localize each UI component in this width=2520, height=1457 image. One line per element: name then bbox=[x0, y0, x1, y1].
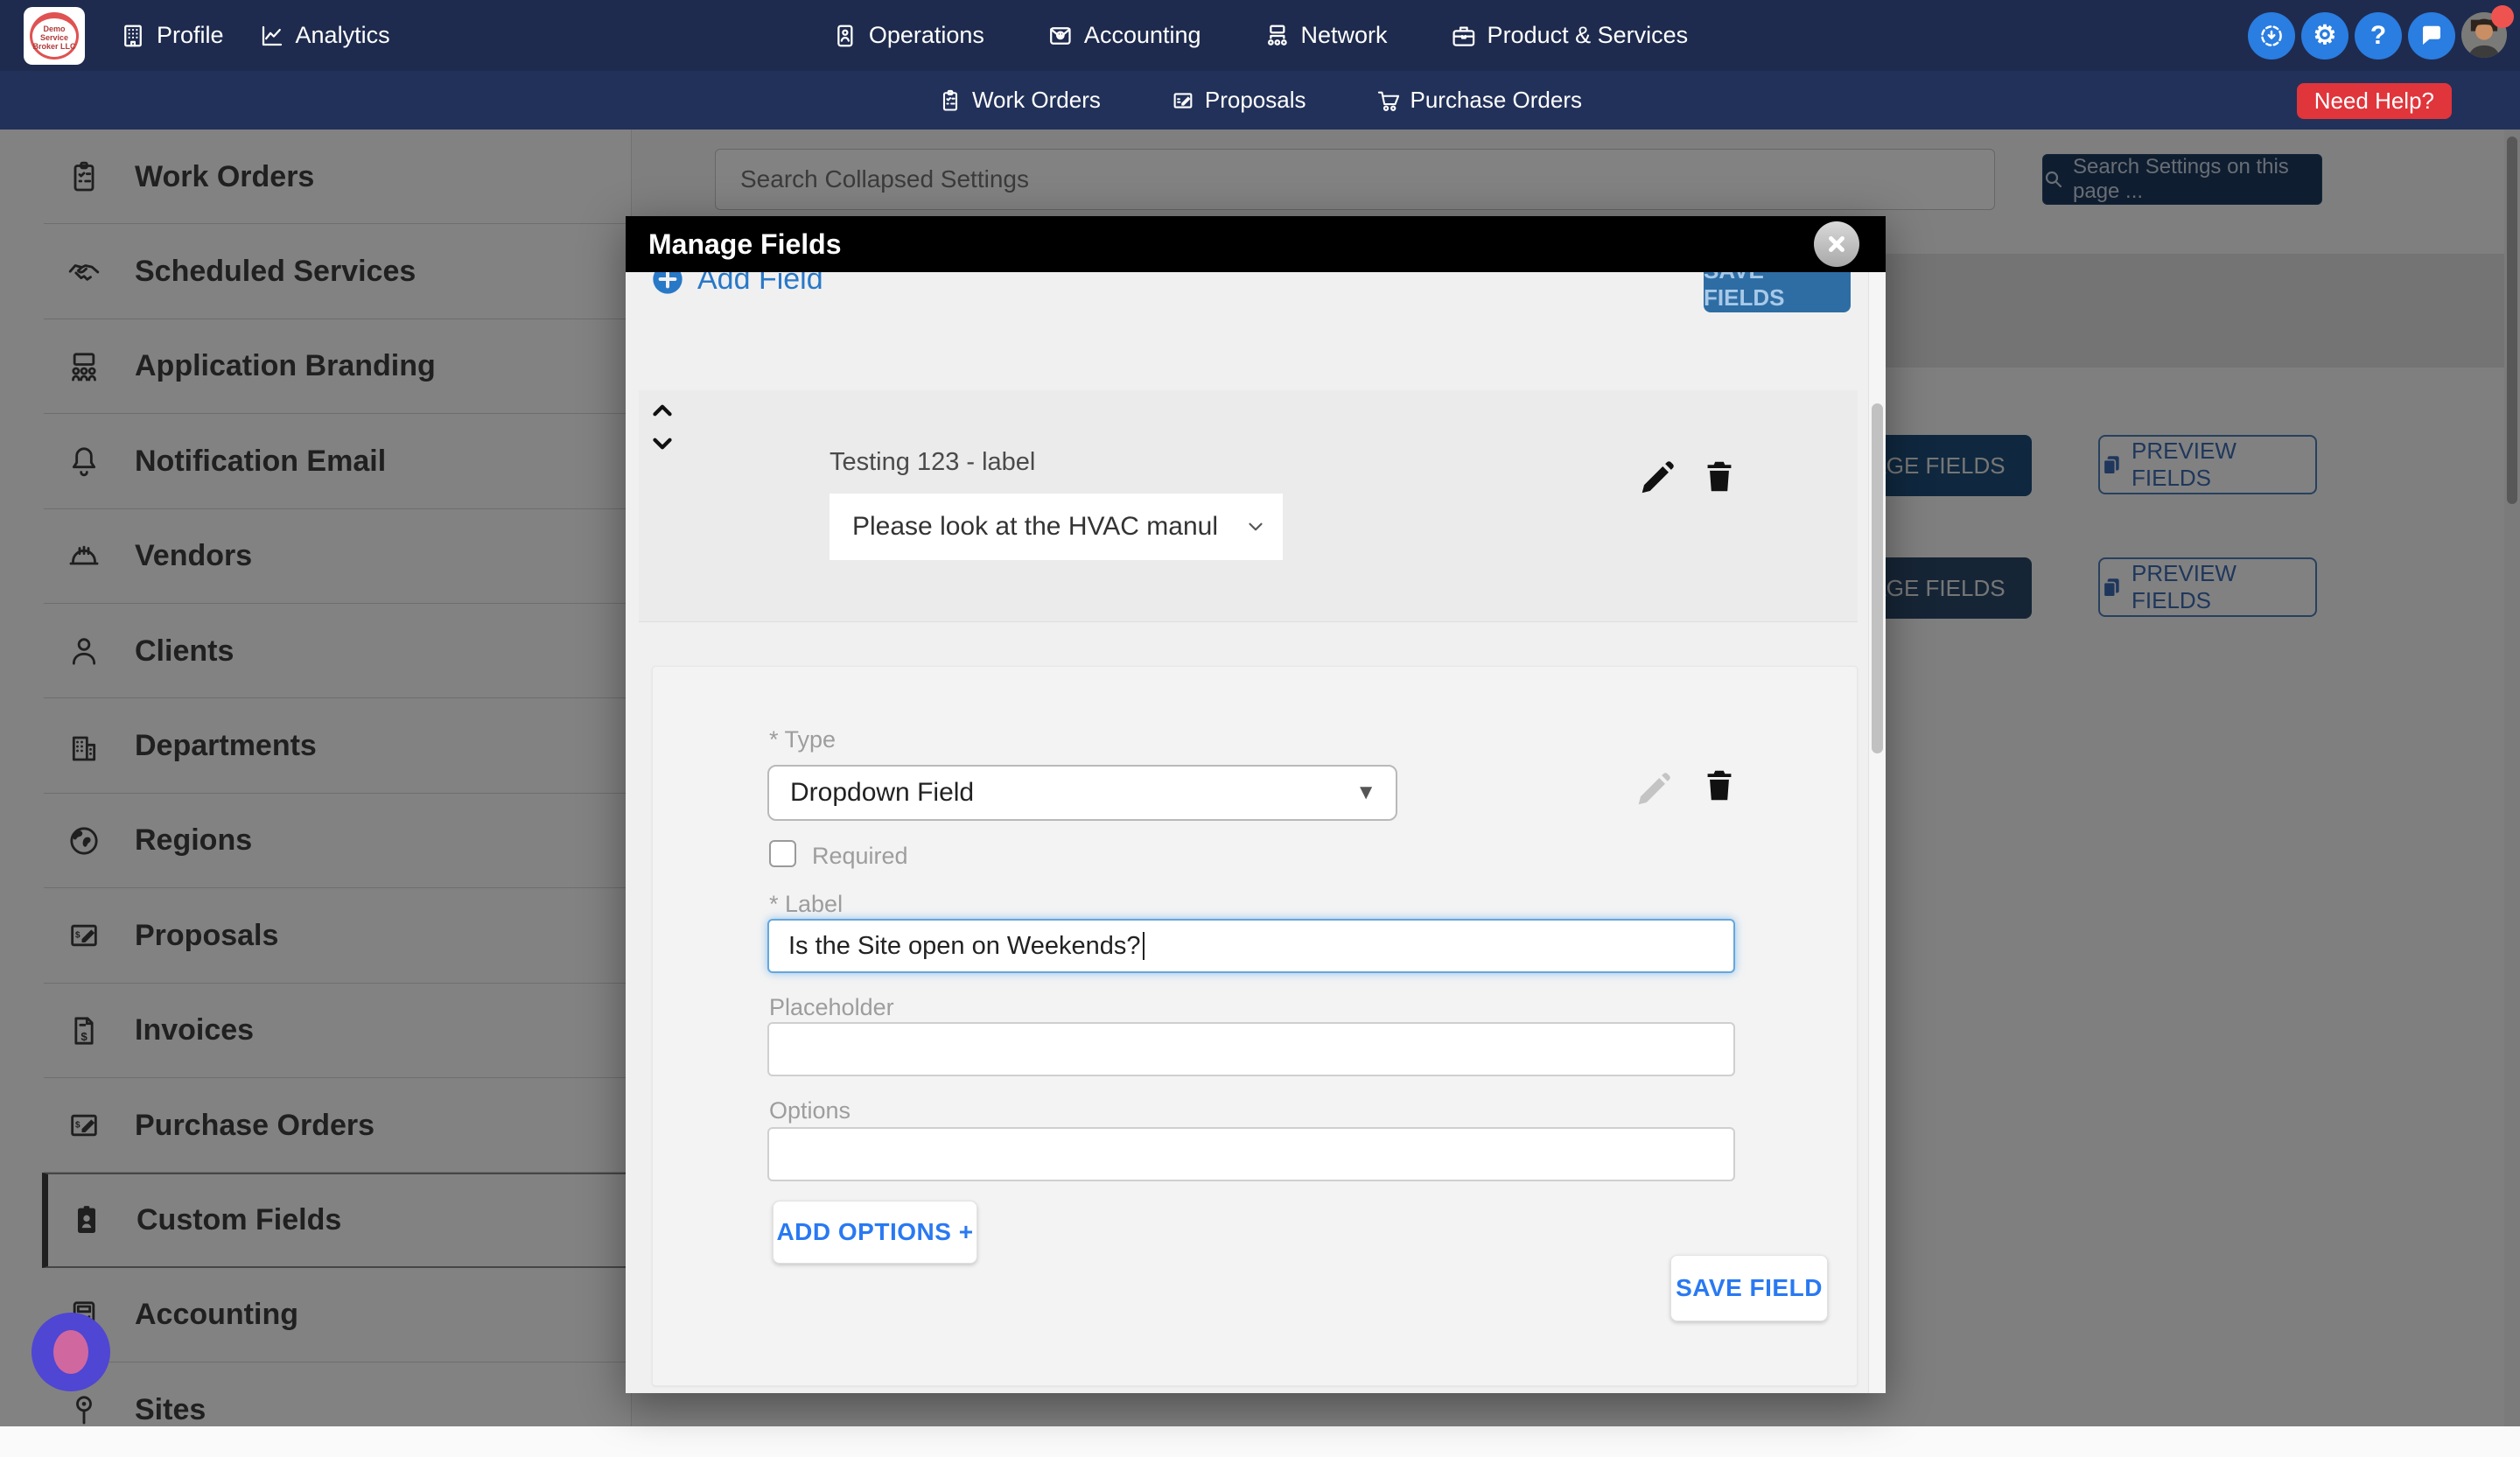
logo-line: Broker LLC bbox=[32, 41, 76, 51]
line-chart-icon bbox=[259, 23, 285, 49]
settings-button[interactable]: ⚙ bbox=[2301, 11, 2348, 60]
subnav-item-proposals[interactable]: Proposals bbox=[1171, 87, 1306, 114]
manage-fields-modal: Add Field SAVE FIELDS Testing 123 - labe… bbox=[626, 216, 1886, 1393]
placeholder-label: Placeholder bbox=[769, 994, 894, 1020]
existing-field-card: Testing 123 - label Please look at the H… bbox=[639, 390, 1858, 622]
close-icon bbox=[1829, 236, 1844, 252]
trash-icon bbox=[1707, 461, 1732, 492]
gear-icon: ⚙ bbox=[2313, 21, 2337, 50]
move-down-icon[interactable] bbox=[648, 429, 677, 459]
options-label: Options bbox=[769, 1097, 851, 1124]
top-navbar: Demo Service Broker LLC Profile Analytic… bbox=[0, 0, 2520, 71]
required-checkbox[interactable] bbox=[769, 840, 796, 867]
label-label: * Label bbox=[769, 891, 844, 917]
clock-download-icon bbox=[2258, 23, 2285, 49]
nav-item-analytics[interactable]: Analytics bbox=[259, 22, 390, 49]
logo-line: Service bbox=[39, 32, 69, 42]
modal-title: Manage Fields bbox=[648, 228, 842, 260]
nav-item-label: Product & Services bbox=[1487, 22, 1689, 48]
subnav-item-label: Work Orders bbox=[971, 87, 1101, 113]
placeholder-input[interactable] bbox=[767, 1022, 1735, 1076]
label-input-value: Is the Site open on Weekends? bbox=[788, 931, 1141, 960]
subnav-item-purchase-orders[interactable]: Purchase Orders bbox=[1376, 87, 1582, 114]
required-label: Required bbox=[812, 843, 908, 869]
nav-item-label: Profile bbox=[157, 22, 224, 48]
type-select[interactable]: Dropdown Field ▼ bbox=[767, 765, 1397, 821]
question-mark-icon: ? bbox=[2370, 20, 2387, 50]
chat-button[interactable] bbox=[2408, 11, 2455, 60]
trash-icon bbox=[1707, 770, 1732, 801]
add-options-label: ADD OPTIONS + bbox=[776, 1218, 974, 1245]
chat-widget-icon bbox=[53, 1330, 88, 1374]
chat-widget-launcher[interactable] bbox=[32, 1313, 110, 1391]
briefcase-icon bbox=[1451, 23, 1477, 49]
nav-item-label: Network bbox=[1300, 22, 1388, 48]
nav-item-label: Analytics bbox=[295, 22, 390, 48]
label-input[interactable]: Is the Site open on Weekends? bbox=[767, 919, 1735, 973]
nav-item-label: Operations bbox=[868, 22, 984, 48]
nav-item-operations[interactable]: Operations bbox=[832, 22, 984, 49]
save-field-button[interactable]: SAVE FIELD bbox=[1670, 1255, 1828, 1321]
nav-item-network[interactable]: Network bbox=[1264, 22, 1388, 49]
edit-field-button-disabled[interactable] bbox=[1633, 770, 1673, 810]
id-badge-icon bbox=[832, 23, 858, 49]
modal-header: Manage Fields bbox=[626, 216, 1886, 272]
existing-field-dropdown[interactable]: Please look at the HVAC manul bbox=[830, 494, 1283, 560]
modal-scrollbar-thumb[interactable] bbox=[1872, 403, 1883, 753]
add-field-link[interactable]: Add Field bbox=[650, 272, 823, 297]
nav-item-accounting[interactable]: Accounting bbox=[1047, 22, 1201, 49]
company-logo-ring: Demo Service Broker LLC bbox=[30, 11, 79, 60]
save-field-label: SAVE FIELD bbox=[1676, 1274, 1823, 1301]
nav-item-profile[interactable]: Profile bbox=[120, 22, 224, 49]
existing-field-dropdown-value: Please look at the HVAC manul bbox=[852, 512, 1218, 541]
save-fields-label: SAVE FIELDS bbox=[1704, 272, 1785, 311]
logo-line: Demo bbox=[43, 24, 66, 33]
company-logo[interactable]: Demo Service Broker LLC bbox=[24, 6, 85, 65]
add-options-button[interactable]: ADD OPTIONS + bbox=[773, 1201, 977, 1264]
subnav-item-work-orders[interactable]: Work Orders bbox=[938, 87, 1101, 114]
pencil-icon bbox=[1642, 461, 1674, 494]
plus-circle-icon bbox=[650, 272, 685, 297]
subnav-item-label: Proposals bbox=[1204, 87, 1306, 113]
text-cursor bbox=[1142, 932, 1144, 960]
field-editor-card: * Type Dropdown Field ▼ Required * Label… bbox=[652, 666, 1858, 1386]
chevron-down-icon bbox=[1249, 522, 1263, 531]
delete-new-field-button[interactable] bbox=[1699, 766, 1740, 806]
modal-body: Add Field SAVE FIELDS Testing 123 - labe… bbox=[626, 272, 1886, 1393]
org-chart-icon bbox=[1264, 23, 1291, 49]
need-help-label: Need Help? bbox=[2314, 88, 2434, 114]
chat-bubble-icon bbox=[2418, 23, 2445, 49]
type-select-value: Dropdown Field bbox=[790, 778, 975, 807]
type-label: * Type bbox=[769, 726, 836, 753]
money-envelope-icon bbox=[1047, 23, 1074, 49]
history-button[interactable] bbox=[2248, 11, 2295, 60]
secondary-navbar: Work Orders Proposals Purchase Orders Ne… bbox=[0, 71, 2520, 130]
clipboard-icon bbox=[938, 88, 962, 113]
pencil-icon bbox=[1638, 773, 1670, 805]
options-input[interactable] bbox=[767, 1127, 1735, 1181]
need-help-button[interactable]: Need Help? bbox=[2296, 83, 2452, 119]
save-fields-button[interactable]: SAVE FIELDS bbox=[1704, 272, 1851, 312]
nav-item-product-services[interactable]: Product & Services bbox=[1451, 22, 1689, 49]
modal-scrollbar[interactable] bbox=[1868, 272, 1886, 1393]
nav-item-label: Accounting bbox=[1083, 22, 1201, 48]
document-pen-icon bbox=[1171, 88, 1195, 113]
edit-field-button[interactable] bbox=[1636, 459, 1676, 499]
shopping-cart-icon bbox=[1376, 88, 1400, 113]
building-icon bbox=[120, 23, 146, 49]
move-up-icon[interactable] bbox=[648, 396, 677, 425]
close-button[interactable] bbox=[1814, 221, 1859, 267]
notification-dot bbox=[2491, 4, 2514, 28]
existing-field-label: Testing 123 - label bbox=[830, 448, 1036, 476]
caret-down-icon: ▼ bbox=[1355, 781, 1376, 804]
delete-field-button[interactable] bbox=[1699, 457, 1740, 497]
help-button[interactable]: ? bbox=[2355, 11, 2402, 60]
user-avatar[interactable] bbox=[2461, 4, 2514, 60]
subnav-item-label: Purchase Orders bbox=[1410, 87, 1583, 113]
add-field-label: Add Field bbox=[697, 272, 823, 296]
